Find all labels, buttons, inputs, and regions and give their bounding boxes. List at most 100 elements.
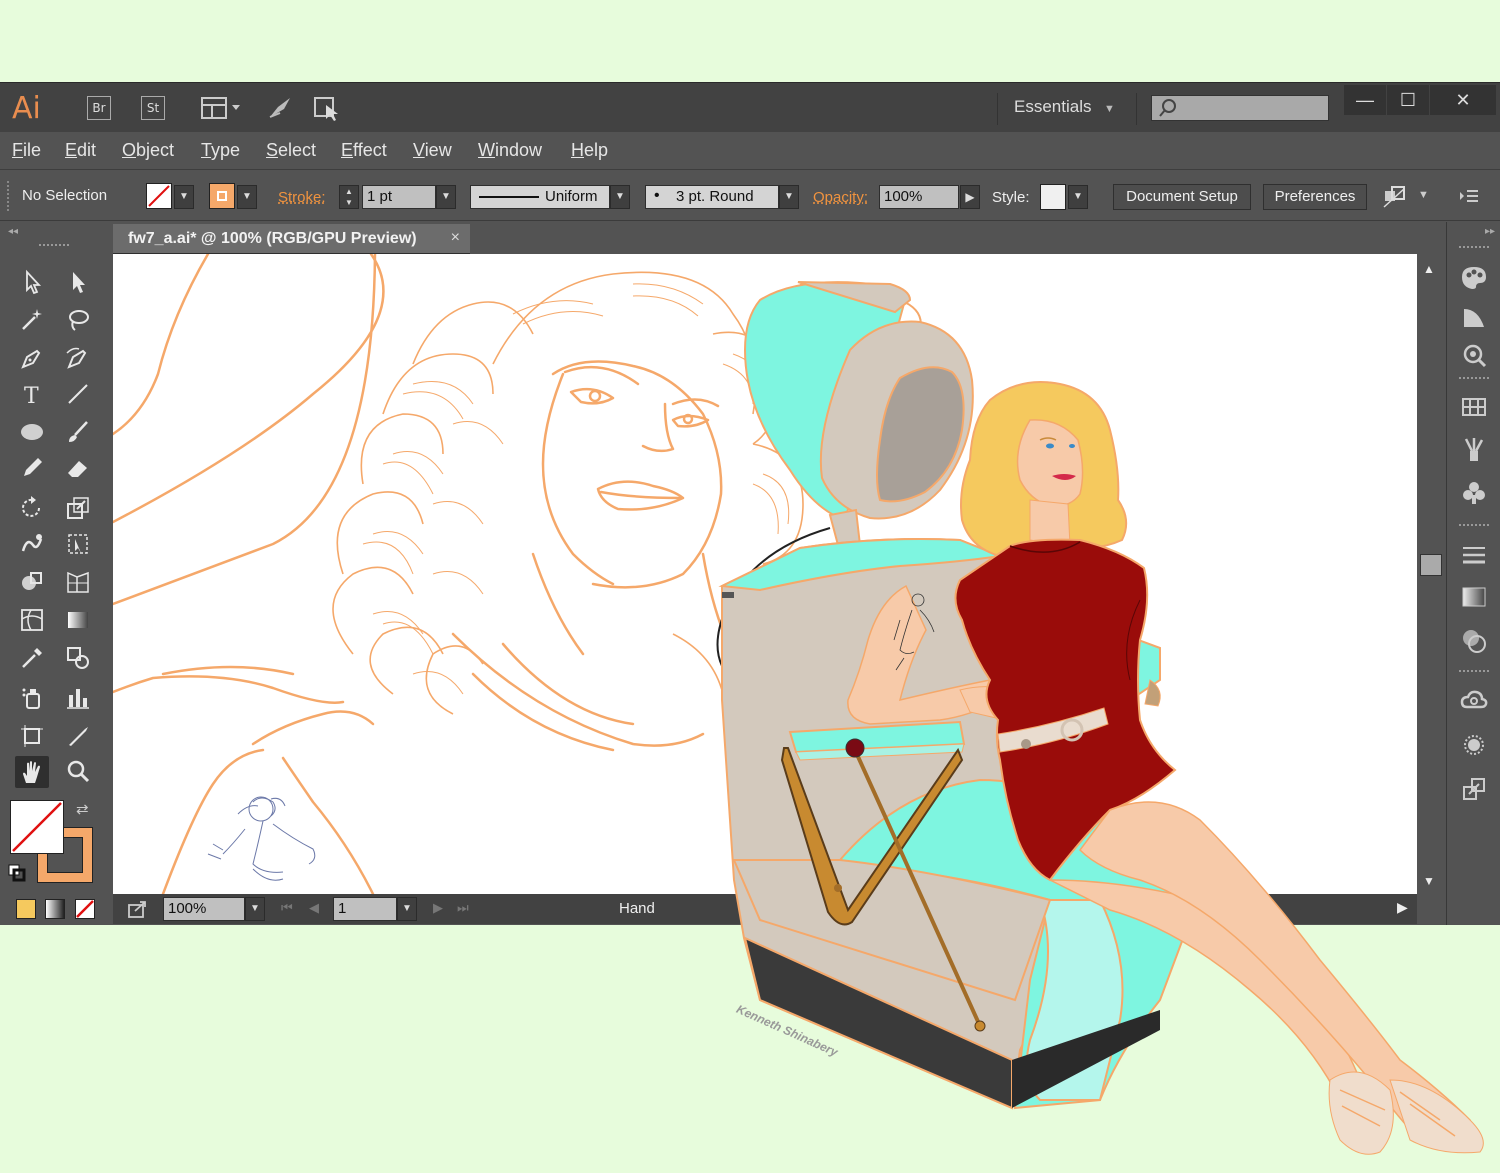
graphic-style-swatch[interactable]	[1040, 184, 1066, 210]
appearance-icon[interactable]	[1459, 730, 1489, 760]
stroke-swatch[interactable]	[209, 183, 235, 209]
brush-definition[interactable]: • 3 pt. Round	[645, 185, 779, 209]
scroll-right-icon[interactable]: ▶	[1397, 899, 1408, 916]
direct-selection-tool[interactable]	[61, 266, 95, 298]
lasso-tool[interactable]	[61, 304, 95, 336]
menu-view[interactable]: View	[413, 140, 452, 161]
eyedropper-tool[interactable]	[15, 642, 49, 674]
magic-wand-tool[interactable]	[15, 304, 49, 336]
artboard-tool[interactable]	[15, 720, 49, 752]
slice-tool[interactable]	[61, 720, 95, 752]
zoom-field[interactable]: 100%	[163, 897, 245, 921]
gpu-performance-icon[interactable]	[312, 95, 344, 121]
close-icon[interactable]: ×	[451, 229, 460, 247]
color-panel-icon[interactable]	[1459, 262, 1489, 292]
eraser-tool[interactable]	[61, 452, 95, 484]
column-graph-tool[interactable]	[61, 682, 95, 714]
swatches-icon[interactable]	[1459, 392, 1489, 422]
minimize-button[interactable]: —	[1344, 85, 1386, 115]
stroke-weight-field[interactable]: 1 pt	[362, 185, 436, 209]
menu-effect[interactable]: Effect	[341, 140, 387, 161]
panel-grip[interactable]	[39, 244, 69, 249]
pen-tool[interactable]	[15, 342, 49, 374]
blend-tool[interactable]	[61, 642, 95, 674]
zoom-tool[interactable]	[61, 756, 95, 788]
transparency-icon[interactable]	[1459, 626, 1489, 656]
stroke-label[interactable]: Stroke:	[278, 189, 326, 206]
stroke-weight-stepper[interactable]: ▲ ▼	[339, 185, 359, 209]
opacity-slider-toggle[interactable]: ▶	[960, 185, 980, 209]
chevron-down-icon[interactable]: ▼	[1104, 103, 1115, 115]
panel-grip[interactable]	[7, 181, 11, 211]
scroll-up-icon[interactable]: ▲	[1423, 262, 1435, 276]
bridge-button[interactable]: Br	[87, 96, 111, 120]
fill-swatch[interactable]	[146, 183, 172, 209]
stroke-color-dropdown[interactable]: ▼	[237, 185, 257, 209]
search-input[interactable]	[1151, 95, 1329, 121]
selection-tool[interactable]	[15, 266, 49, 298]
document-setup-button[interactable]: Document Setup	[1113, 184, 1251, 210]
maximize-button[interactable]: ☐	[1387, 85, 1429, 115]
curvature-tool[interactable]	[61, 342, 95, 374]
style-dropdown[interactable]: ▼	[1068, 185, 1088, 209]
warp-tool[interactable]	[15, 528, 49, 560]
document-tab[interactable]: fw7_a.ai* @ 100% (RGB/GPU Preview) ×	[113, 224, 470, 254]
color-guide-icon[interactable]	[1459, 302, 1489, 332]
libraries-icon[interactable]	[1459, 686, 1489, 716]
profile-dropdown[interactable]: ▼	[610, 185, 630, 209]
workspace-switcher[interactable]: Essentials	[1014, 97, 1091, 117]
stroke-weight-dropdown[interactable]: ▼	[436, 185, 456, 209]
menu-help[interactable]: Help	[571, 140, 608, 161]
first-artboard-icon[interactable]: ⏮	[281, 900, 293, 916]
artboard-canvas[interactable]	[113, 254, 1417, 894]
scroll-down-icon[interactable]: ▼	[1423, 874, 1435, 888]
stroke-icon[interactable]	[1459, 540, 1489, 570]
menu-select[interactable]: Select	[266, 140, 316, 161]
mesh-tool[interactable]	[15, 604, 49, 636]
previous-artboard-icon[interactable]: ◀	[309, 900, 319, 916]
line-tool[interactable]	[61, 378, 95, 410]
panel-grip[interactable]	[1459, 524, 1489, 529]
gradient-mode-button[interactable]	[45, 899, 65, 919]
arrange-documents-icon[interactable]	[200, 95, 244, 121]
scale-tool[interactable]	[61, 492, 95, 524]
free-transform-tool[interactable]	[61, 528, 95, 560]
perspective-grid-tool[interactable]	[61, 566, 95, 598]
menu-object[interactable]: Object	[122, 140, 174, 161]
symbols-icon[interactable]	[1459, 478, 1489, 508]
touch-workspace-icon[interactable]	[266, 95, 294, 121]
type-tool[interactable]: T	[15, 378, 49, 410]
panel-grip[interactable]	[1459, 670, 1489, 675]
shape-builder-tool[interactable]	[15, 566, 49, 598]
menu-edit[interactable]: Edit	[65, 140, 96, 161]
current-tool-status[interactable]: Hand	[619, 900, 655, 917]
brush-dropdown[interactable]: ▼	[779, 185, 799, 209]
expand-icon[interactable]: ▸▸	[1485, 226, 1495, 237]
vertical-scrollbar[interactable]: ▲ ▼	[1417, 254, 1444, 894]
rotate-tool[interactable]	[15, 492, 49, 524]
menu-file[interactable]: File	[12, 140, 41, 161]
color-mode-button[interactable]	[16, 899, 36, 919]
panel-grip[interactable]	[1459, 246, 1489, 251]
fill-proxy-front[interactable]	[10, 800, 64, 854]
default-colors-icon[interactable]	[8, 864, 26, 882]
next-artboard-icon[interactable]: ▶	[433, 900, 443, 916]
none-mode-button[interactable]	[75, 899, 95, 919]
share-icon[interactable]	[127, 899, 149, 919]
swap-fill-stroke-icon[interactable]: ⇄	[76, 800, 89, 818]
opacity-label[interactable]: Opacity:	[813, 189, 868, 206]
chevron-down-icon[interactable]: ▼	[1418, 189, 1429, 201]
gradient-icon[interactable]	[1459, 582, 1489, 612]
panel-menu-icon[interactable]	[1458, 185, 1480, 207]
hand-tool[interactable]	[15, 756, 49, 788]
collapse-icon[interactable]: ◂◂	[8, 226, 18, 237]
artboard-dropdown[interactable]: ▼	[397, 897, 417, 921]
scroll-thumb[interactable]	[1420, 554, 1442, 576]
panel-grip[interactable]	[1459, 377, 1489, 382]
preferences-button[interactable]: Preferences	[1263, 184, 1367, 210]
color-themes-icon[interactable]	[1459, 340, 1489, 370]
variable-width-profile[interactable]: Uniform	[470, 185, 610, 209]
export-icon[interactable]	[1459, 774, 1489, 804]
opacity-field[interactable]: 100%	[879, 185, 959, 209]
arrange-icon[interactable]	[1382, 185, 1408, 209]
